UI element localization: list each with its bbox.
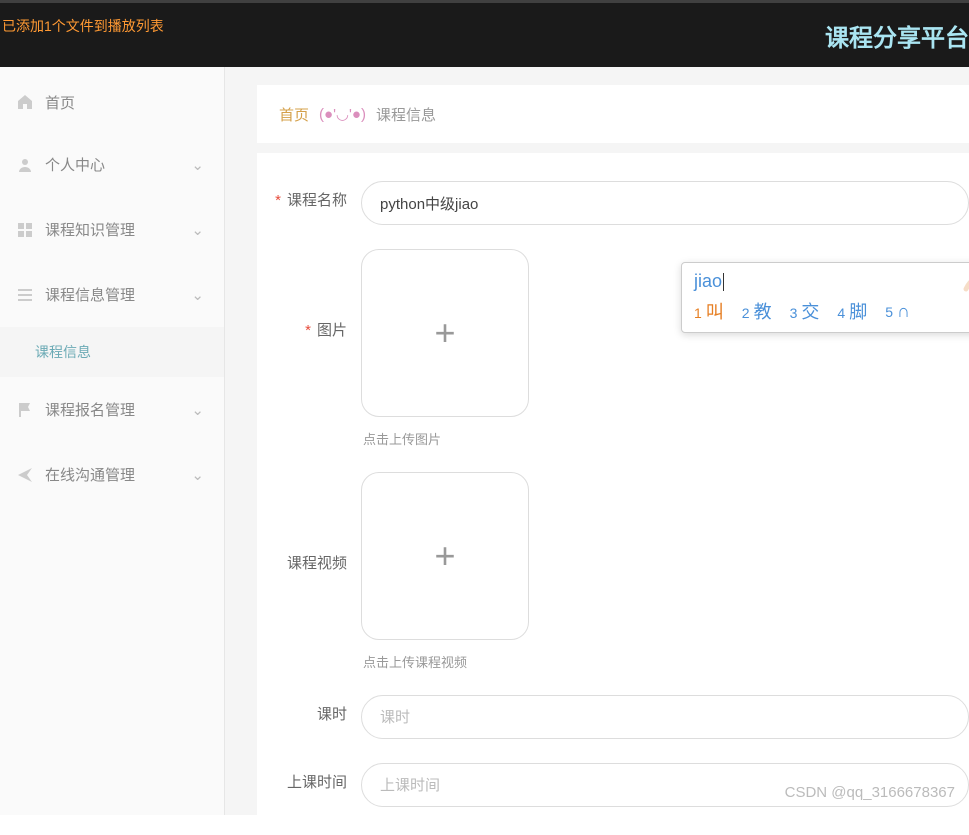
sidebar-item-enroll[interactable]: 课程报名管理 ⌄ bbox=[0, 377, 224, 442]
watermark: CSDN @qq_3166678367 bbox=[785, 784, 955, 801]
platform-title: 课程分享平台 bbox=[825, 18, 969, 53]
breadcrumb-home[interactable]: 首页 bbox=[279, 104, 309, 125]
ime-candidate-5[interactable]: 5∩ bbox=[885, 301, 910, 322]
ime-candidates: 1叫 2教 3交 4脚 5∩ ‹ › ⌄ bbox=[694, 298, 969, 324]
ime-candidate-2[interactable]: 2教 bbox=[742, 298, 772, 324]
user-icon bbox=[15, 155, 35, 175]
sidebar-item-label: 在线沟通管理 bbox=[45, 464, 135, 485]
list-icon bbox=[15, 285, 35, 305]
ime-candidate-4[interactable]: 4脚 bbox=[837, 298, 867, 324]
plus-icon: + bbox=[434, 312, 455, 354]
form-panel: 课程名称 图片 + 点击上传图片 课程视频 + 点击上传课程 bbox=[257, 153, 969, 835]
send-icon bbox=[15, 465, 35, 485]
content-area: 首页 (●'◡'●) 课程信息 课程名称 图片 + 点击上传图片 课程视频 bbox=[225, 67, 969, 815]
image-label: 图片 bbox=[257, 249, 347, 340]
sidebar-item-label: 课程报名管理 bbox=[45, 399, 135, 420]
form-row-course-name: 课程名称 bbox=[257, 181, 969, 225]
flag-icon bbox=[15, 400, 35, 420]
duration-input[interactable] bbox=[361, 695, 969, 739]
image-upload-hint: 点击上传图片 bbox=[363, 429, 529, 448]
ime-candidate-3[interactable]: 3交 bbox=[790, 298, 820, 324]
video-label: 课程视频 bbox=[257, 472, 347, 573]
main-container: 首页 个人中心 ⌄ 课程知识管理 ⌄ 课程信息管理 ⌄ 课程信息 bbox=[0, 67, 969, 815]
ime-candidate-1[interactable]: 1叫 bbox=[694, 298, 724, 324]
sidebar-item-course-info[interactable]: 课程信息管理 ⌄ bbox=[0, 262, 224, 327]
sidebar-sub-label: 课程信息 bbox=[35, 342, 91, 362]
form-row-duration: 课时 bbox=[257, 695, 969, 739]
image-upload-box[interactable]: + bbox=[361, 249, 529, 417]
chevron-down-icon: ⌄ bbox=[191, 221, 204, 239]
chevron-down-icon: ⌄ bbox=[191, 401, 204, 419]
sidebar-item-label: 个人中心 bbox=[45, 154, 105, 175]
breadcrumb-face: (●'◡'●) bbox=[319, 105, 366, 123]
sidebar-item-knowledge[interactable]: 课程知识管理 ⌄ bbox=[0, 197, 224, 262]
ime-caret bbox=[723, 273, 724, 291]
chevron-down-icon: ⌄ bbox=[191, 156, 204, 174]
time-label: 上课时间 bbox=[257, 763, 347, 792]
course-name-label: 课程名称 bbox=[257, 181, 347, 210]
sidebar-item-label: 课程知识管理 bbox=[45, 219, 135, 240]
image-upload-wrapper: + 点击上传图片 bbox=[361, 249, 529, 448]
form-row-video: 课程视频 + 点击上传课程视频 bbox=[257, 472, 969, 671]
course-name-input[interactable] bbox=[361, 181, 969, 225]
breadcrumb-current: 课程信息 bbox=[376, 104, 436, 125]
sidebar-sub-course-info[interactable]: 课程信息 bbox=[0, 327, 224, 377]
video-upload-hint: 点击上传课程视频 bbox=[363, 652, 529, 671]
sidebar-item-profile[interactable]: 个人中心 ⌄ bbox=[0, 132, 224, 197]
ime-brand-icon bbox=[961, 269, 969, 295]
sidebar-item-chat[interactable]: 在线沟通管理 ⌄ bbox=[0, 442, 224, 507]
grid-icon bbox=[15, 220, 35, 240]
plus-icon: + bbox=[434, 535, 455, 577]
top-bar: 已添加1个文件到播放列表 课程分享平台 bbox=[0, 0, 969, 67]
video-upload-box[interactable]: + bbox=[361, 472, 529, 640]
duration-label: 课时 bbox=[257, 695, 347, 724]
chevron-down-icon: ⌄ bbox=[191, 466, 204, 484]
home-icon bbox=[15, 92, 35, 112]
sidebar-item-label: 首页 bbox=[45, 92, 75, 113]
chevron-down-icon: ⌄ bbox=[191, 286, 204, 304]
video-upload-wrapper: + 点击上传课程视频 bbox=[361, 472, 529, 671]
ime-input-row: jiao bbox=[694, 271, 969, 292]
sidebar: 首页 个人中心 ⌄ 课程知识管理 ⌄ 课程信息管理 ⌄ 课程信息 bbox=[0, 67, 225, 815]
ime-input-text: jiao bbox=[694, 271, 722, 291]
breadcrumb: 首页 (●'◡'●) 课程信息 bbox=[257, 85, 969, 143]
sidebar-item-home[interactable]: 首页 bbox=[0, 67, 224, 132]
ime-popup: jiao 1叫 2教 3交 4脚 5∩ ‹ › ⌄ bbox=[681, 262, 969, 333]
playlist-notice: 已添加1个文件到播放列表 bbox=[0, 16, 164, 36]
sidebar-item-label: 课程信息管理 bbox=[45, 284, 135, 305]
